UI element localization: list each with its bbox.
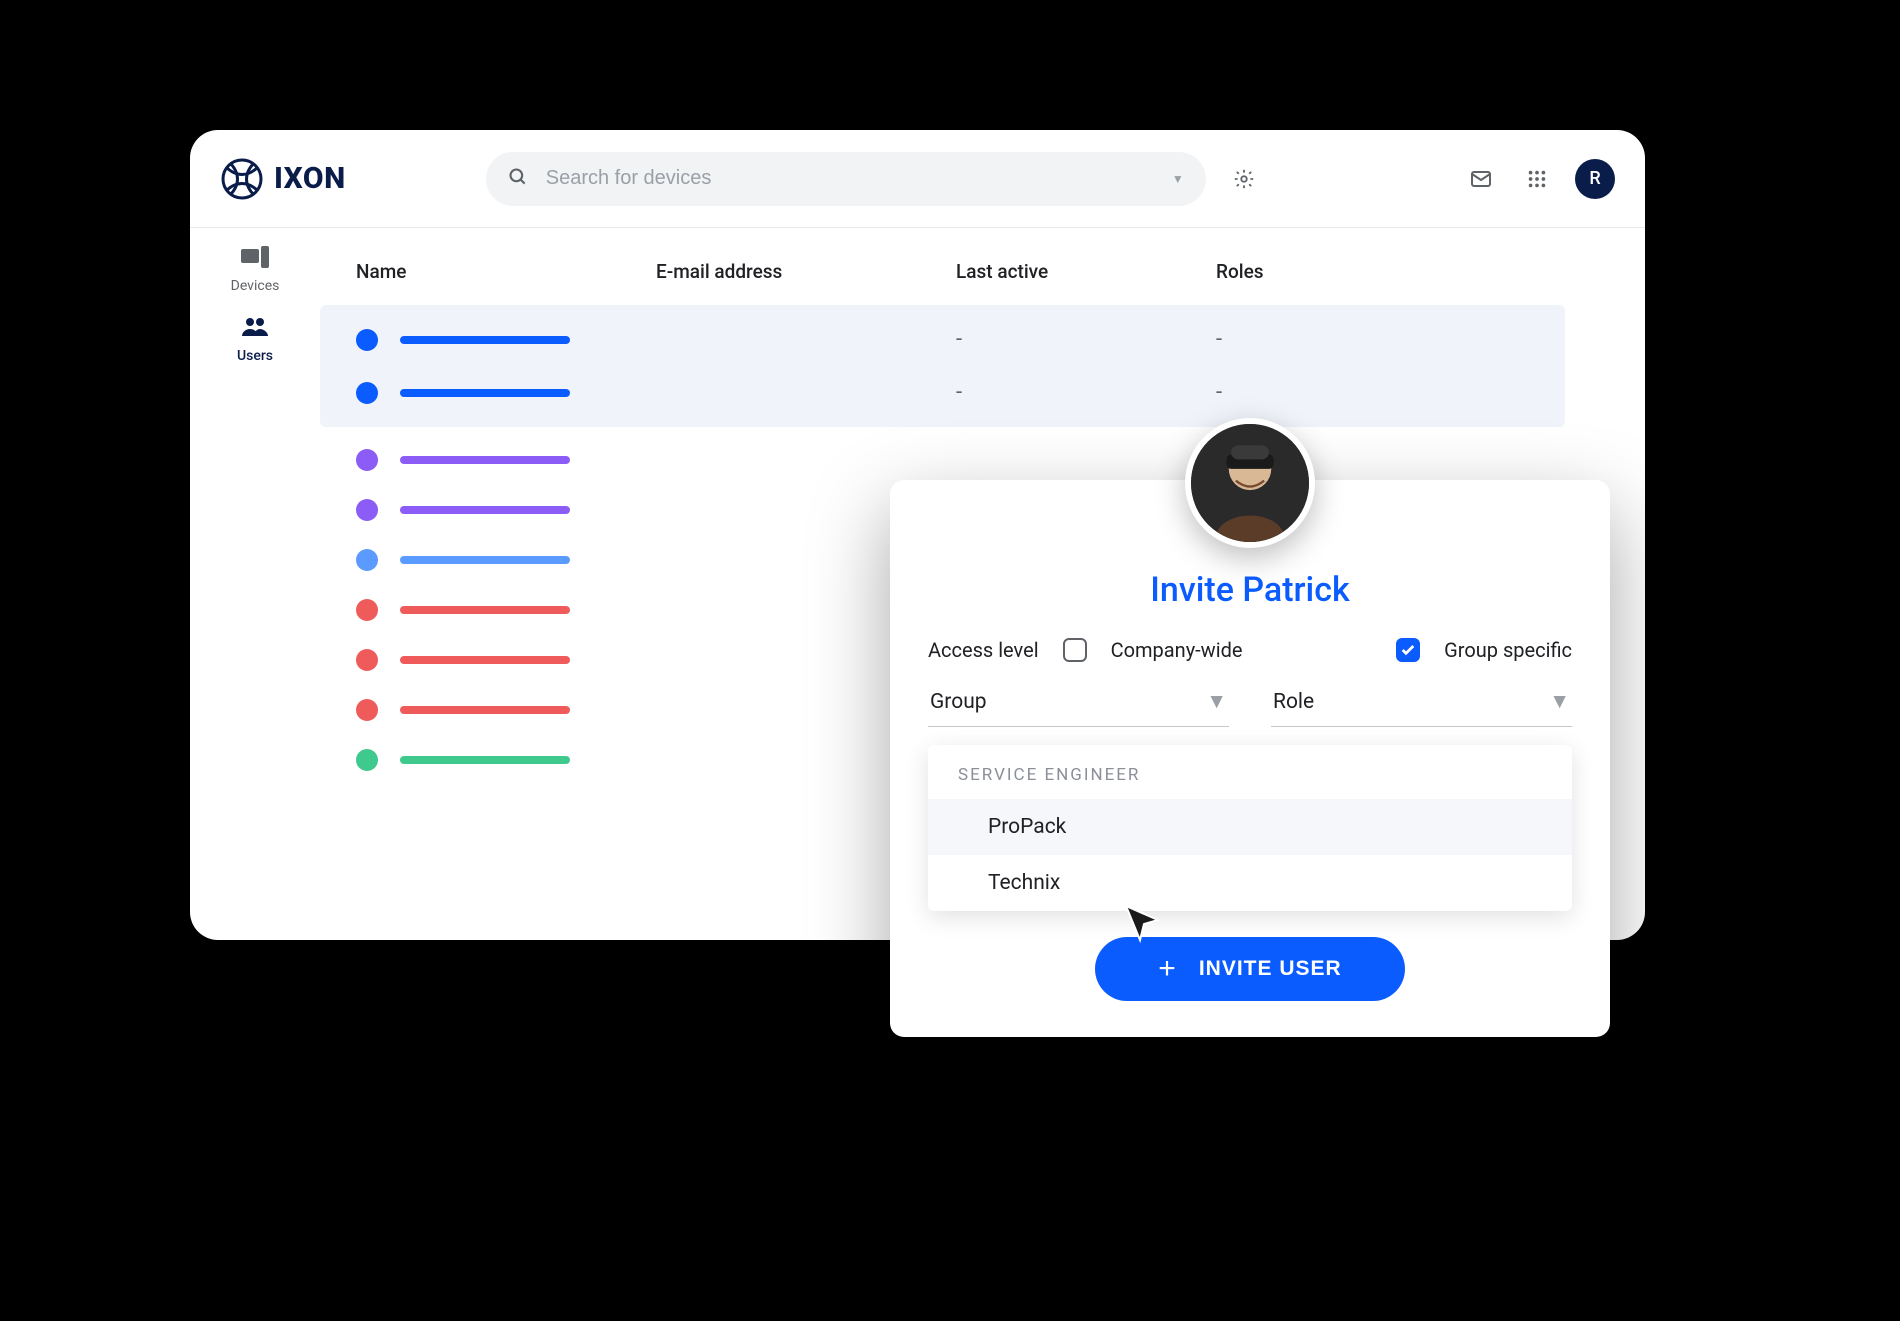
user-avatar-photo bbox=[1185, 418, 1315, 548]
logo-icon bbox=[220, 157, 264, 201]
sidebar-item-label: Users bbox=[237, 348, 273, 364]
user-status-dot bbox=[356, 749, 378, 771]
col-name[interactable]: Name bbox=[356, 260, 656, 283]
table-row[interactable]: -- bbox=[320, 366, 1565, 419]
name-placeholder bbox=[400, 656, 570, 664]
dropdown-item[interactable]: Technix bbox=[928, 855, 1572, 911]
search-box[interactable]: ▼ bbox=[486, 152, 1206, 206]
invite-user-modal: Invite Patrick Access level Company-wide… bbox=[890, 480, 1610, 1037]
user-status-dot bbox=[356, 499, 378, 521]
group-select[interactable]: Group ▼ bbox=[928, 680, 1229, 727]
col-roles[interactable]: Roles bbox=[1216, 260, 1416, 283]
role-select-label: Role bbox=[1273, 690, 1314, 714]
devices-icon bbox=[241, 246, 269, 272]
dropdown-item[interactable]: ProPack bbox=[928, 799, 1572, 855]
dropdown-section-header: SERVICE ENGINEER bbox=[928, 745, 1572, 799]
sidebar-item-label: Devices bbox=[231, 278, 280, 294]
last-active-cell: - bbox=[956, 380, 1216, 405]
sidebar: Devices Users bbox=[190, 228, 320, 940]
user-status-dot bbox=[356, 329, 378, 351]
chevron-down-icon: ▼ bbox=[1206, 690, 1227, 714]
user-status-dot bbox=[356, 549, 378, 571]
sidebar-item-devices[interactable]: Devices bbox=[231, 246, 280, 294]
invite-button-label: INVITE USER bbox=[1199, 957, 1342, 981]
company-wide-checkbox[interactable] bbox=[1063, 638, 1087, 662]
logo-text: IXON bbox=[274, 161, 346, 196]
col-last[interactable]: Last active bbox=[956, 260, 1216, 283]
name-placeholder bbox=[400, 556, 570, 564]
group-specific-checkbox[interactable] bbox=[1396, 638, 1420, 662]
col-email[interactable]: E-mail address bbox=[656, 260, 956, 283]
roles-cell: - bbox=[1216, 380, 1416, 405]
name-placeholder bbox=[400, 706, 570, 714]
chevron-down-icon[interactable]: ▼ bbox=[1172, 172, 1184, 186]
access-level-row: Access level Company-wide Group specific bbox=[928, 638, 1572, 662]
table-row[interactable]: -- bbox=[320, 313, 1565, 366]
name-placeholder bbox=[400, 506, 570, 514]
user-status-dot bbox=[356, 449, 378, 471]
group-dropdown: SERVICE ENGINEER ProPackTechnix bbox=[928, 745, 1572, 911]
user-status-dot bbox=[356, 699, 378, 721]
sidebar-item-users[interactable]: Users bbox=[237, 316, 273, 364]
role-select[interactable]: Role ▼ bbox=[1271, 680, 1572, 727]
group-select-label: Group bbox=[930, 690, 987, 714]
topbar: IXON ▼ R bbox=[190, 130, 1645, 228]
invite-title: Invite Patrick bbox=[928, 570, 1572, 610]
group-specific-label: Group specific bbox=[1444, 638, 1572, 662]
apps-icon[interactable] bbox=[1519, 161, 1555, 197]
search-input[interactable] bbox=[546, 167, 1154, 190]
table-header: Name E-mail address Last active Roles bbox=[320, 246, 1565, 305]
chevron-down-icon: ▼ bbox=[1549, 690, 1570, 714]
user-status-dot bbox=[356, 382, 378, 404]
mail-icon[interactable] bbox=[1463, 161, 1499, 197]
avatar[interactable]: R bbox=[1575, 159, 1615, 199]
company-wide-label: Company-wide bbox=[1111, 638, 1243, 662]
user-status-dot bbox=[356, 599, 378, 621]
user-status-dot bbox=[356, 649, 378, 671]
search-icon bbox=[508, 167, 528, 191]
name-placeholder bbox=[400, 336, 570, 344]
name-placeholder bbox=[400, 606, 570, 614]
plus-icon: + bbox=[1158, 954, 1177, 984]
roles-cell: - bbox=[1216, 327, 1416, 352]
name-placeholder bbox=[400, 389, 570, 397]
last-active-cell: - bbox=[956, 327, 1216, 352]
logo[interactable]: IXON bbox=[220, 157, 346, 201]
gear-icon[interactable] bbox=[1226, 161, 1262, 197]
invite-user-button[interactable]: + INVITE USER bbox=[1095, 937, 1405, 1001]
users-icon bbox=[241, 316, 269, 342]
access-level-label: Access level bbox=[928, 638, 1039, 662]
name-placeholder bbox=[400, 756, 570, 764]
table-row[interactable] bbox=[320, 435, 1565, 485]
name-placeholder bbox=[400, 456, 570, 464]
